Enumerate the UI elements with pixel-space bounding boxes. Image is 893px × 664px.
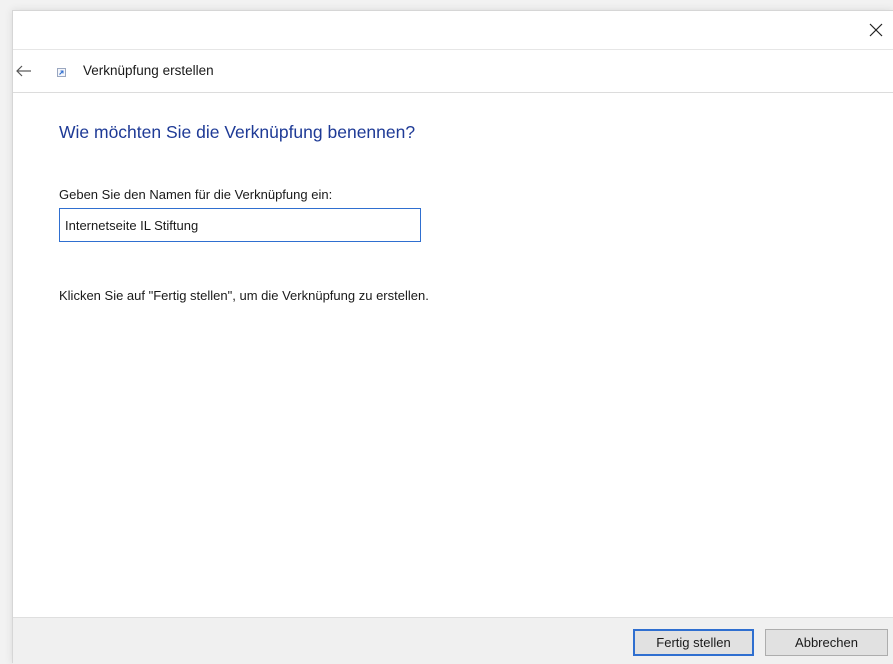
back-arrow-icon xyxy=(16,65,31,77)
navigation-bar: Verknüpfung erstellen xyxy=(13,49,893,93)
wizard-title: Verknüpfung erstellen xyxy=(83,63,214,78)
name-field-label: Geben Sie den Namen für die Verknüpfung … xyxy=(59,187,333,202)
page-heading: Wie möchten Sie die Verknüpfung benennen… xyxy=(59,122,416,142)
close-button[interactable] xyxy=(859,11,893,49)
cancel-button[interactable]: Abbrechen xyxy=(765,629,888,656)
shortcut-icon xyxy=(57,68,66,77)
close-icon xyxy=(869,23,883,37)
button-footer: Fertig stellen Abbrechen xyxy=(13,617,893,664)
title-bar xyxy=(13,11,893,49)
shortcut-name-input[interactable] xyxy=(59,208,421,242)
instruction-text: Klicken Sie auf "Fertig stellen", um die… xyxy=(59,288,429,303)
wizard-window: Verknüpfung erstellen Wie möchten Sie di… xyxy=(12,10,893,664)
back-button[interactable] xyxy=(9,58,39,84)
finish-button[interactable]: Fertig stellen xyxy=(633,629,754,656)
